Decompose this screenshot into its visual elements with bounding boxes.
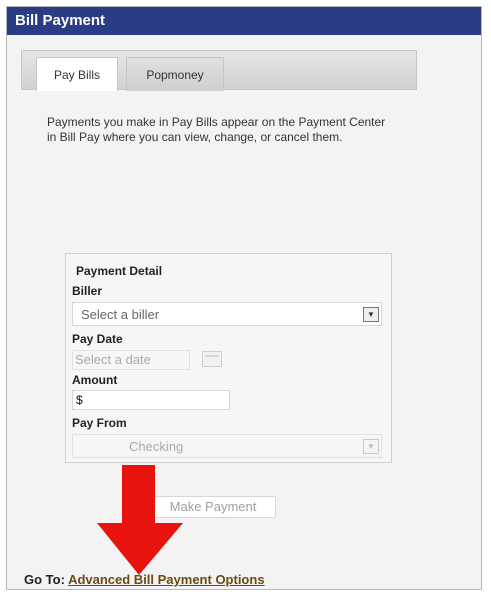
info-text: Payments you make in Pay Bills appear on…: [47, 115, 386, 144]
tab-pay-bills[interactable]: Pay Bills: [36, 57, 118, 91]
pay-date-field[interactable]: Select a date: [72, 350, 190, 370]
advanced-bill-payment-link[interactable]: Advanced Bill Payment Options: [68, 572, 265, 587]
pay-from-select[interactable]: Checking ▼: [72, 434, 382, 458]
amount-value: $: [76, 393, 83, 407]
amount-label: Amount: [72, 373, 118, 387]
chevron-down-icon[interactable]: ▼: [363, 307, 379, 322]
goto-label: Go To:: [24, 572, 65, 587]
tab-strip: Pay Bills Popmoney: [21, 50, 417, 91]
pay-from-label: Pay From: [72, 416, 127, 430]
payment-detail-heading: Payment Detail: [76, 264, 163, 278]
pay-from-value: Checking: [129, 439, 184, 454]
window-title: Bill Payment: [7, 7, 481, 35]
goto-line: Go To: Advanced Bill Payment Options: [24, 572, 265, 587]
chevron-down-icon[interactable]: ▼: [363, 439, 379, 454]
calendar-icon[interactable]: [202, 351, 222, 367]
red-arrow-down-icon: [97, 465, 183, 575]
biller-select[interactable]: Select a biller ▼: [72, 302, 382, 326]
tab-popmoney[interactable]: Popmoney: [126, 57, 224, 91]
pay-date-placeholder: Select a date: [75, 352, 151, 367]
amount-field[interactable]: $: [72, 390, 230, 410]
biller-label: Biller: [72, 284, 103, 298]
biller-select-value: Select a biller: [81, 307, 160, 322]
payment-detail-box: Payment Detail Biller Select a biller ▼ …: [65, 253, 392, 463]
pay-date-label: Pay Date: [72, 332, 123, 346]
